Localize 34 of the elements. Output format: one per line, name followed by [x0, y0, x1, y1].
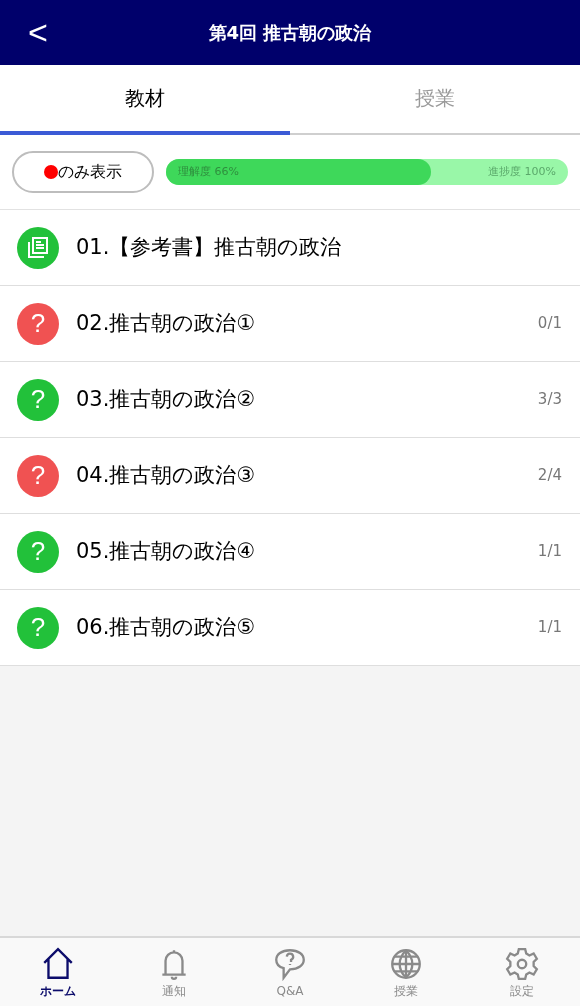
question-icon: ? [17, 606, 59, 649]
lesson-row[interactable]: ? 02.推古朝の政治① 0/1 [0, 286, 580, 362]
nav-tab[interactable]: 設定 [464, 938, 580, 1006]
score-count: 0/1 [537, 313, 562, 335]
globe-icon [388, 946, 424, 982]
question-icon: ? [17, 530, 59, 573]
nav-tab[interactable]: ホーム [0, 938, 116, 1006]
lesson-row[interactable]: 01.【参考書】推古朝の政治 [0, 210, 580, 286]
lesson-title: 02.推古朝の政治① [76, 309, 257, 337]
screen-title: 第4回 推古朝の政治 [208, 21, 372, 45]
progress-label: 進捗度 100% [488, 164, 556, 180]
question-icon: ? [17, 454, 59, 497]
score-count: 3/3 [537, 389, 562, 411]
lesson-title: 01.【参考書】推古朝の政治 [76, 233, 343, 261]
back-button[interactable]: < [28, 12, 48, 52]
lesson-row[interactable]: ? 06.推古朝の政治⑤ 1/1 [0, 590, 580, 666]
settings-icon [504, 946, 540, 982]
lesson-row[interactable]: ? 05.推古朝の政治④ 1/1 [0, 514, 580, 590]
score-count: 1/1 [537, 617, 562, 639]
score-count: 1/1 [537, 541, 562, 563]
question-icon: ? [17, 302, 59, 345]
lesson-title: 06.推古朝の政治⑤ [76, 613, 257, 641]
filter-button[interactable]: のみ表示 [12, 151, 154, 193]
lesson-row[interactable]: ? 04.推古朝の政治③ 2/4 [0, 438, 580, 514]
question-icon: ? [17, 378, 59, 421]
nav-tab[interactable]: 通知 [116, 938, 232, 1006]
score-count: 2/4 [537, 465, 562, 487]
lesson-title: 04.推古朝の政治③ [76, 461, 257, 489]
lesson-title: 03.推古朝の政治② [76, 385, 257, 413]
lesson-row[interactable]: ? 03.推古朝の政治② 3/3 [0, 362, 580, 438]
speech-bubble-icon [272, 946, 308, 982]
lesson-title: 05.推古朝の政治④ [76, 537, 257, 565]
nav-tab[interactable]: 授業 [348, 938, 464, 1006]
understanding-label: 理解度 66% [178, 164, 239, 180]
